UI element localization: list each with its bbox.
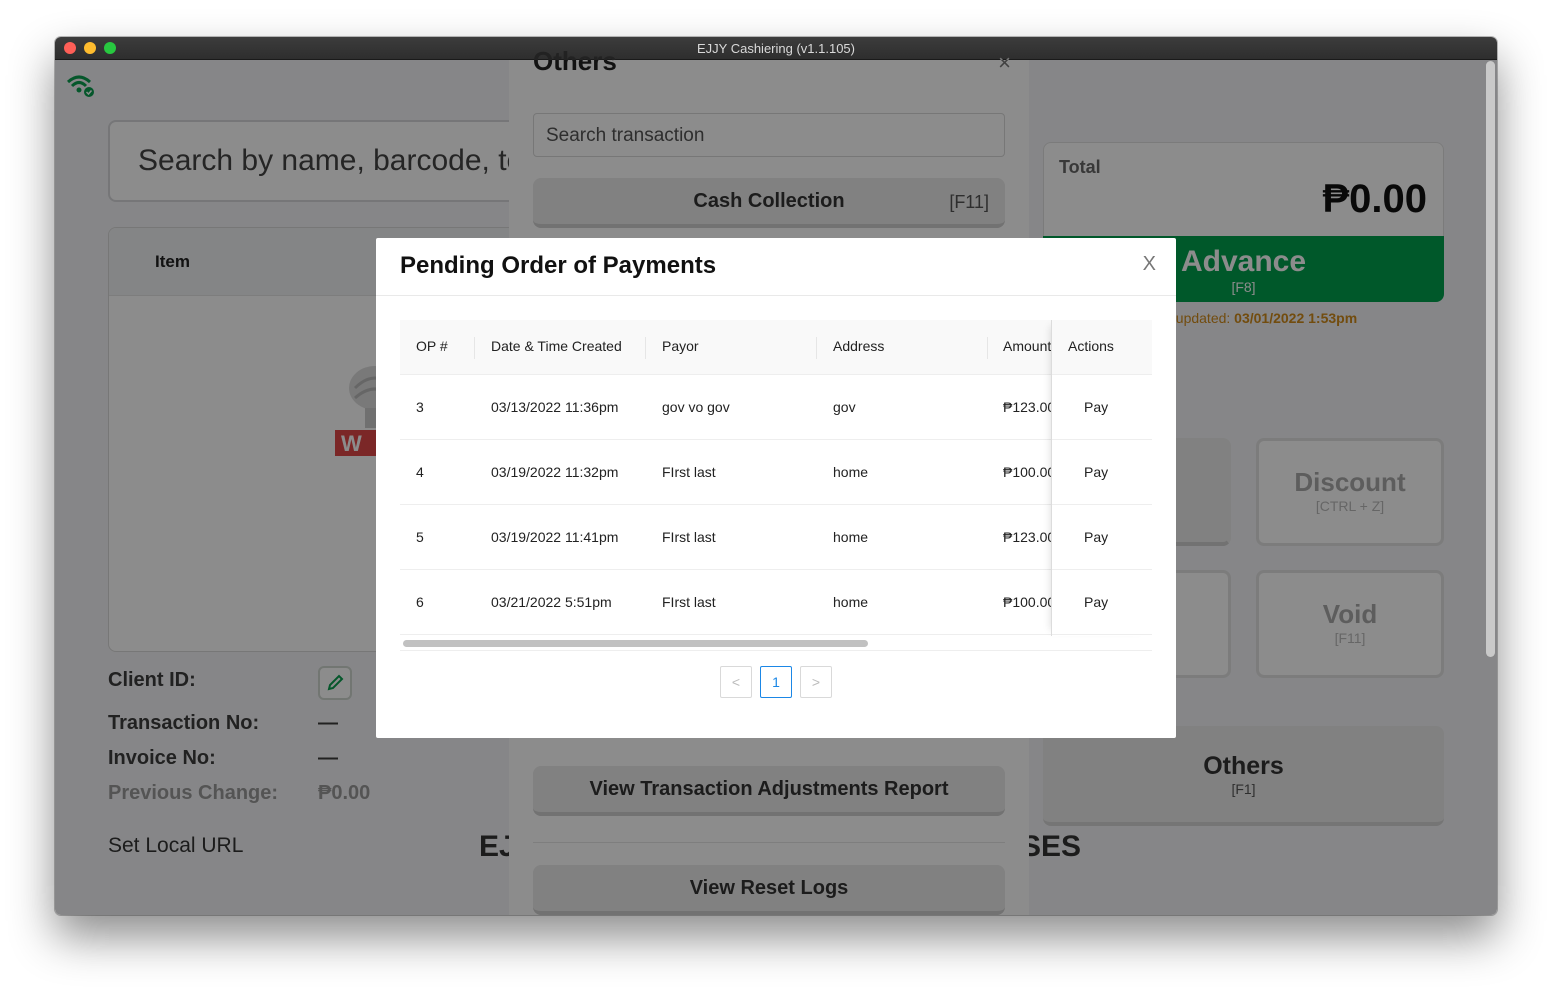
table-horizontal-scrollbar[interactable] bbox=[400, 637, 1152, 651]
window-scrollbar[interactable] bbox=[1486, 61, 1495, 657]
dialog-close-icon[interactable]: X bbox=[1143, 253, 1156, 276]
column-separator bbox=[987, 337, 988, 359]
window-title: EJJY Cashiering (v1.1.105) bbox=[696, 41, 855, 56]
column-header-payor: Payor bbox=[662, 338, 699, 354]
column-header-op: OP # bbox=[416, 338, 448, 354]
table-row: 3 03/13/2022 11:36pm gov vo gov gov ₱123… bbox=[400, 375, 1152, 440]
pending-orders-table: OP # Date & Time Created Payor Address A… bbox=[400, 320, 1152, 650]
next-page-button[interactable]: > bbox=[800, 666, 832, 698]
column-separator bbox=[816, 337, 817, 359]
app-window: EJJY Cashiering (v1.1.105) Search by nam… bbox=[55, 37, 1497, 915]
fixed-actions-column bbox=[1051, 320, 1152, 636]
scrollbar-thumb[interactable] bbox=[403, 640, 868, 647]
pending-order-dialog: Pending Order of Payments X OP # Date & … bbox=[376, 238, 1176, 738]
op-number: 3 bbox=[416, 399, 424, 415]
amount: ₱100.00 bbox=[1003, 464, 1051, 480]
payor: gov vo gov bbox=[662, 399, 730, 415]
column-header-created: Date & Time Created bbox=[491, 338, 622, 354]
payor: FIrst last bbox=[662, 529, 716, 545]
address: home bbox=[833, 594, 869, 610]
address: home bbox=[833, 464, 869, 480]
table-row: 5 03/19/2022 11:41pm FIrst last home ₱12… bbox=[400, 505, 1152, 570]
op-number: 4 bbox=[416, 464, 424, 480]
payor: FIrst last bbox=[662, 464, 716, 480]
date-created: 03/19/2022 11:32pm bbox=[491, 464, 619, 480]
address: gov bbox=[833, 399, 856, 415]
table-row: 6 03/21/2022 5:51pm FIrst last home ₱100… bbox=[400, 570, 1152, 635]
column-header-amount: Amount bbox=[1003, 338, 1051, 354]
title-bar: EJJY Cashiering (v1.1.105) bbox=[55, 37, 1497, 60]
dialog-title: Pending Order of Payments bbox=[400, 252, 717, 279]
page-1-button[interactable]: 1 bbox=[760, 666, 792, 698]
amount: ₱123.00 bbox=[1003, 529, 1051, 545]
column-header-address: Address bbox=[833, 338, 885, 354]
date-created: 03/19/2022 11:41pm bbox=[491, 529, 619, 545]
payor: FIrst last bbox=[662, 594, 716, 610]
column-separator bbox=[474, 337, 475, 359]
dialog-header: Pending Order of Payments X bbox=[376, 238, 1176, 296]
column-separator bbox=[645, 337, 646, 359]
amount: ₱100.00 bbox=[1003, 594, 1051, 610]
date-created: 03/13/2022 11:36pm bbox=[491, 399, 619, 415]
date-created: 03/21/2022 5:51pm bbox=[491, 594, 612, 610]
op-number: 5 bbox=[416, 529, 424, 545]
op-number: 6 bbox=[416, 594, 424, 610]
amount: ₱123.00 bbox=[1003, 399, 1051, 415]
table-row: 4 03/19/2022 11:32pm FIrst last home ₱10… bbox=[400, 440, 1152, 505]
address: home bbox=[833, 529, 869, 545]
table-header-row: OP # Date & Time Created Payor Address A… bbox=[400, 320, 1152, 375]
prev-page-button[interactable]: < bbox=[720, 666, 752, 698]
